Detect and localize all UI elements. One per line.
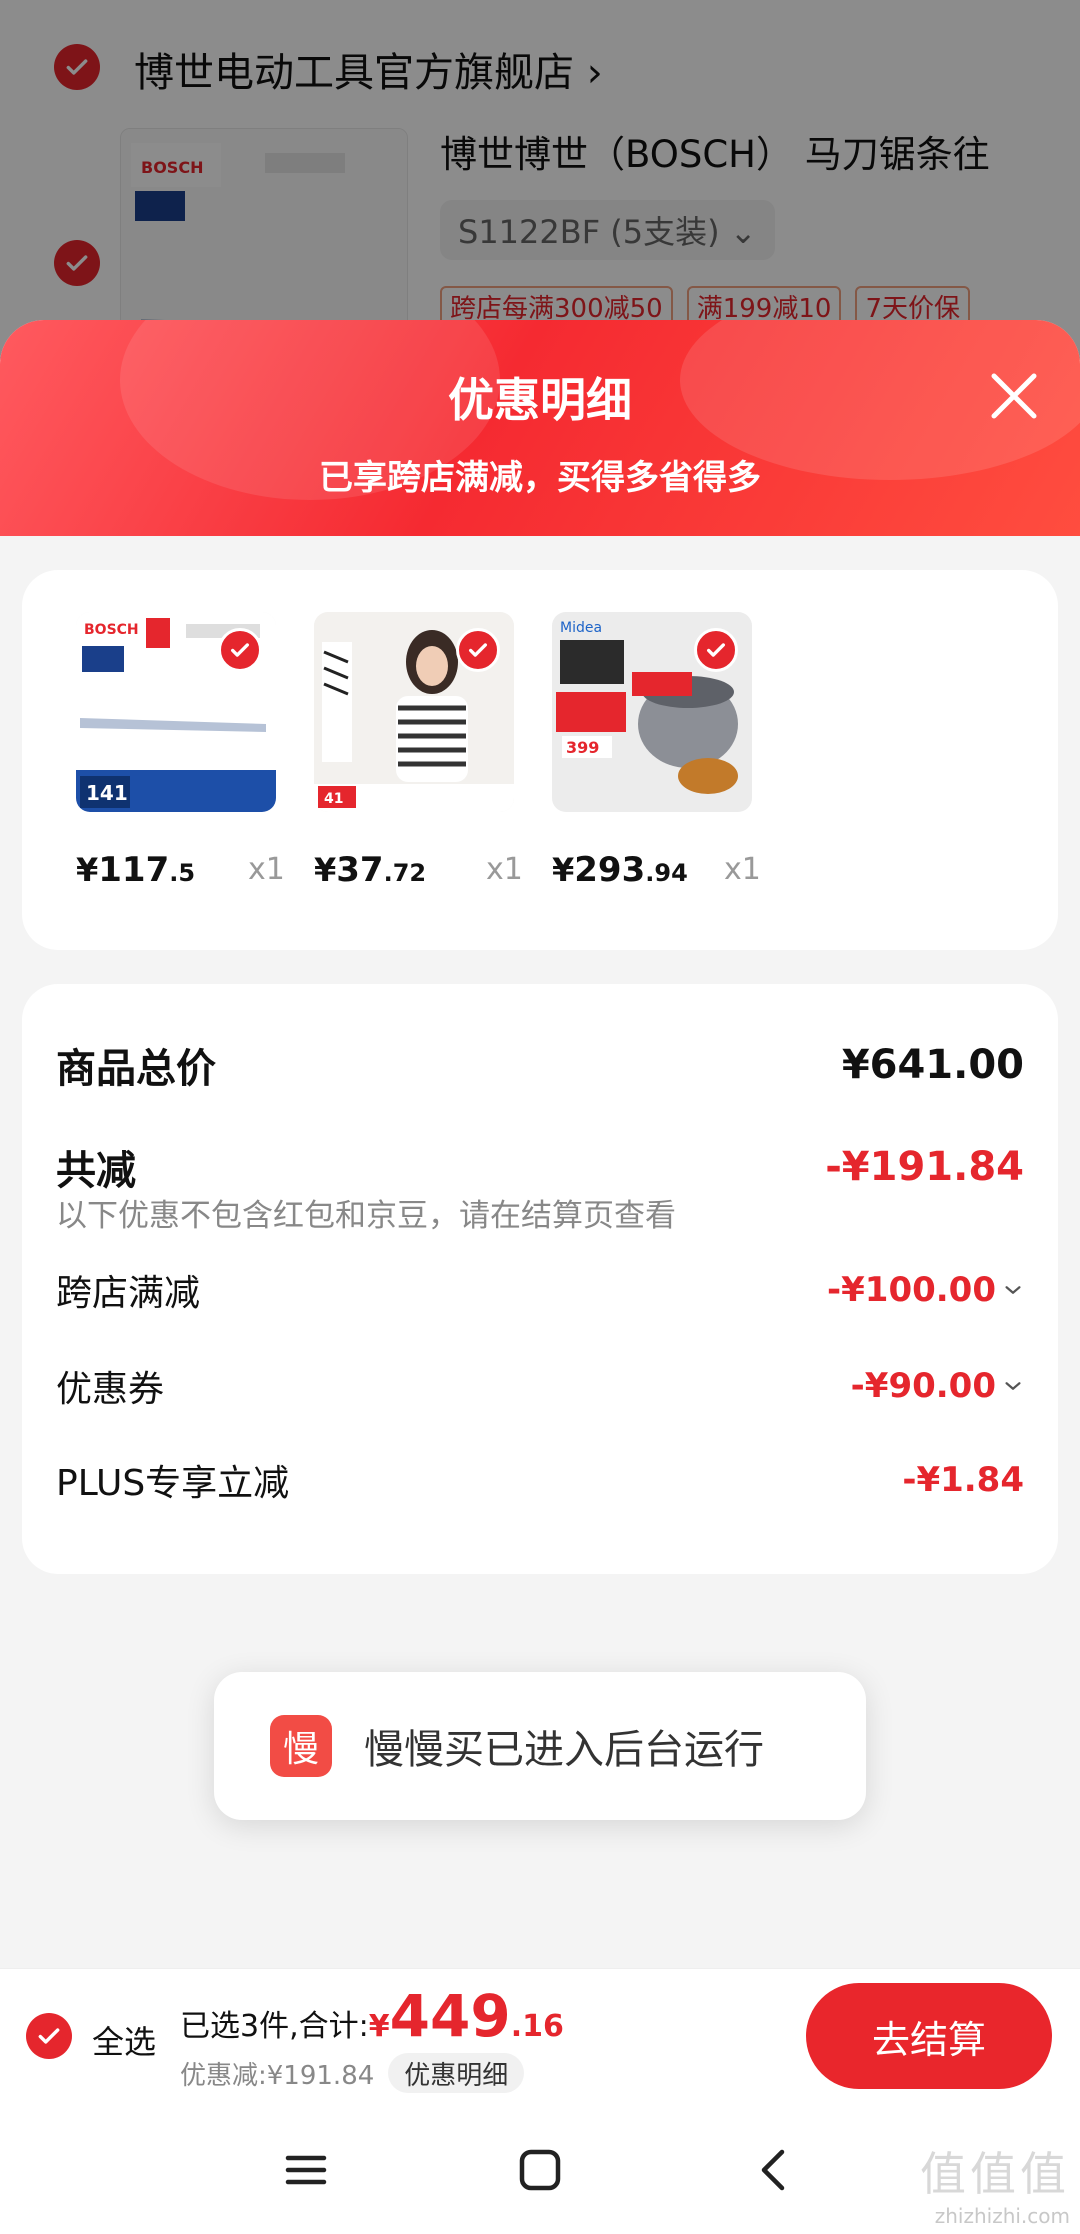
recent-apps-button[interactable] xyxy=(276,2140,336,2200)
background-cart: 博世电动工具官方旗舰店 › BOSCH 博世博世（BOSCH） 马刀锯条往 S1… xyxy=(0,0,1080,360)
total-reduction-row: 共减 -¥191.84 xyxy=(56,1138,1024,1196)
price-summary-card: 商品总价 ¥641.00 共减 -¥191.84 以下优惠不包含红包和京豆，请在… xyxy=(22,984,1058,1574)
svg-text:41: 41 xyxy=(324,791,343,807)
selected-products-card: BOSCH 141 ¥117.5 x1 41 ¥37.72 x1 Midea 3… xyxy=(22,570,1058,950)
checkout-bar: 全选 已选3件,合计: ¥ 449 .16 优惠减:¥191.84 优惠明细 去… xyxy=(0,1968,1080,2104)
discount-detail-button[interactable]: 优惠明细 xyxy=(388,2053,525,2093)
discount-row-cross-store[interactable]: 跨店满减 -¥100.00 xyxy=(56,1264,1024,1316)
app-icon: 慢 xyxy=(270,1715,332,1777)
discount-total: 优惠减:¥191.84 xyxy=(180,2060,375,2091)
toast-message: 慢慢买已进入后台运行 xyxy=(364,1727,764,1773)
product-price: ¥37.72 xyxy=(314,850,427,890)
discount-label: 优惠券 xyxy=(56,1369,165,1410)
chevron-down-icon[interactable] xyxy=(1002,1279,1024,1301)
total-price-label: 商品总价 xyxy=(56,1046,216,1092)
selected-count-label: 已选3件,合计: xyxy=(180,2009,369,2044)
menu-icon xyxy=(285,2155,327,2185)
chevron-down-icon[interactable] xyxy=(1002,1375,1024,1397)
total-reduction-label: 共减 xyxy=(56,1148,136,1194)
svg-text:399: 399 xyxy=(566,738,599,757)
product-price: ¥117.5 xyxy=(76,850,196,890)
product-quantity: x1 xyxy=(486,852,523,887)
product-image: Midea 399 xyxy=(552,612,752,812)
product-checkbox[interactable] xyxy=(694,628,738,672)
discount-detail-sheet: 优惠明细 已享跨店满减，买得多省得多 BOSCH 141 ¥117.5 x1 4… xyxy=(0,320,1080,2234)
product-quantity: x1 xyxy=(724,852,761,887)
home-button[interactable] xyxy=(510,2140,570,2200)
sheet-header: 优惠明细 已享跨店满减，买得多省得多 xyxy=(0,320,1080,536)
system-navigation-bar: 值值值 zhizhizhi.com xyxy=(0,2104,1080,2234)
sheet-subtitle: 已享跨店满减，买得多省得多 xyxy=(319,458,761,498)
product-quantity: x1 xyxy=(248,852,285,887)
total-price-row: 商品总价 ¥641.00 xyxy=(56,1036,1024,1094)
total-price-value: ¥641.00 xyxy=(841,1042,1024,1088)
home-square-icon xyxy=(519,2149,561,2191)
close-button[interactable] xyxy=(984,366,1044,426)
background-running-toast: 慢 慢慢买已进入后台运行 xyxy=(214,1672,866,1820)
discount-row-plus: PLUS专享立减 -¥1.84 xyxy=(56,1454,1024,1506)
checkmark-icon xyxy=(38,2028,60,2044)
select-all-checkbox[interactable] xyxy=(26,2013,72,2059)
watermark: 值值值 zhizhizhi.com xyxy=(920,2147,1070,2228)
svg-text:141: 141 xyxy=(86,781,128,805)
discount-value: -¥100.00 xyxy=(827,1270,996,1310)
svg-text:Midea: Midea xyxy=(560,620,602,636)
select-all-label[interactable]: 全选 xyxy=(92,2017,156,2063)
product-price: ¥293.94 xyxy=(552,850,688,890)
close-icon xyxy=(991,373,1037,419)
svg-text:BOSCH: BOSCH xyxy=(84,622,139,638)
back-chevron-icon xyxy=(761,2149,785,2191)
reduction-note: 以下优惠不包含红包和京豆，请在结算页查看 xyxy=(56,1198,676,1234)
discount-value: -¥1.84 xyxy=(902,1460,1024,1500)
checkout-button[interactable]: 去结算 xyxy=(806,1983,1052,2089)
discount-label: 跨店满减 xyxy=(56,1273,201,1314)
checkmark-icon xyxy=(231,643,249,657)
checkmark-icon xyxy=(469,643,487,657)
order-total: 已选3件,合计: ¥ 449 .16 xyxy=(180,1982,564,2050)
total-reduction-value: -¥191.84 xyxy=(825,1144,1024,1190)
back-button[interactable] xyxy=(744,2140,804,2200)
sheet-title: 优惠明细 xyxy=(448,373,632,427)
product-item[interactable]: 41 ¥37.72 x1 xyxy=(314,612,534,890)
discount-row-coupon[interactable]: 优惠券 -¥90.00 xyxy=(56,1360,1024,1412)
product-item[interactable]: BOSCH 141 ¥117.5 x1 xyxy=(76,612,296,890)
total-amount: 449 xyxy=(389,1982,511,2050)
product-checkbox[interactable] xyxy=(456,628,500,672)
discount-value: -¥90.00 xyxy=(850,1366,996,1406)
product-image: 41 xyxy=(314,612,514,812)
product-image: BOSCH 141 xyxy=(76,612,276,812)
discount-label: PLUS专享立减 xyxy=(56,1463,290,1504)
checkmark-icon xyxy=(707,643,725,657)
product-checkbox[interactable] xyxy=(218,628,262,672)
modal-overlay[interactable] xyxy=(0,0,1080,360)
product-item[interactable]: Midea 399 ¥293.94 x1 xyxy=(552,612,772,890)
